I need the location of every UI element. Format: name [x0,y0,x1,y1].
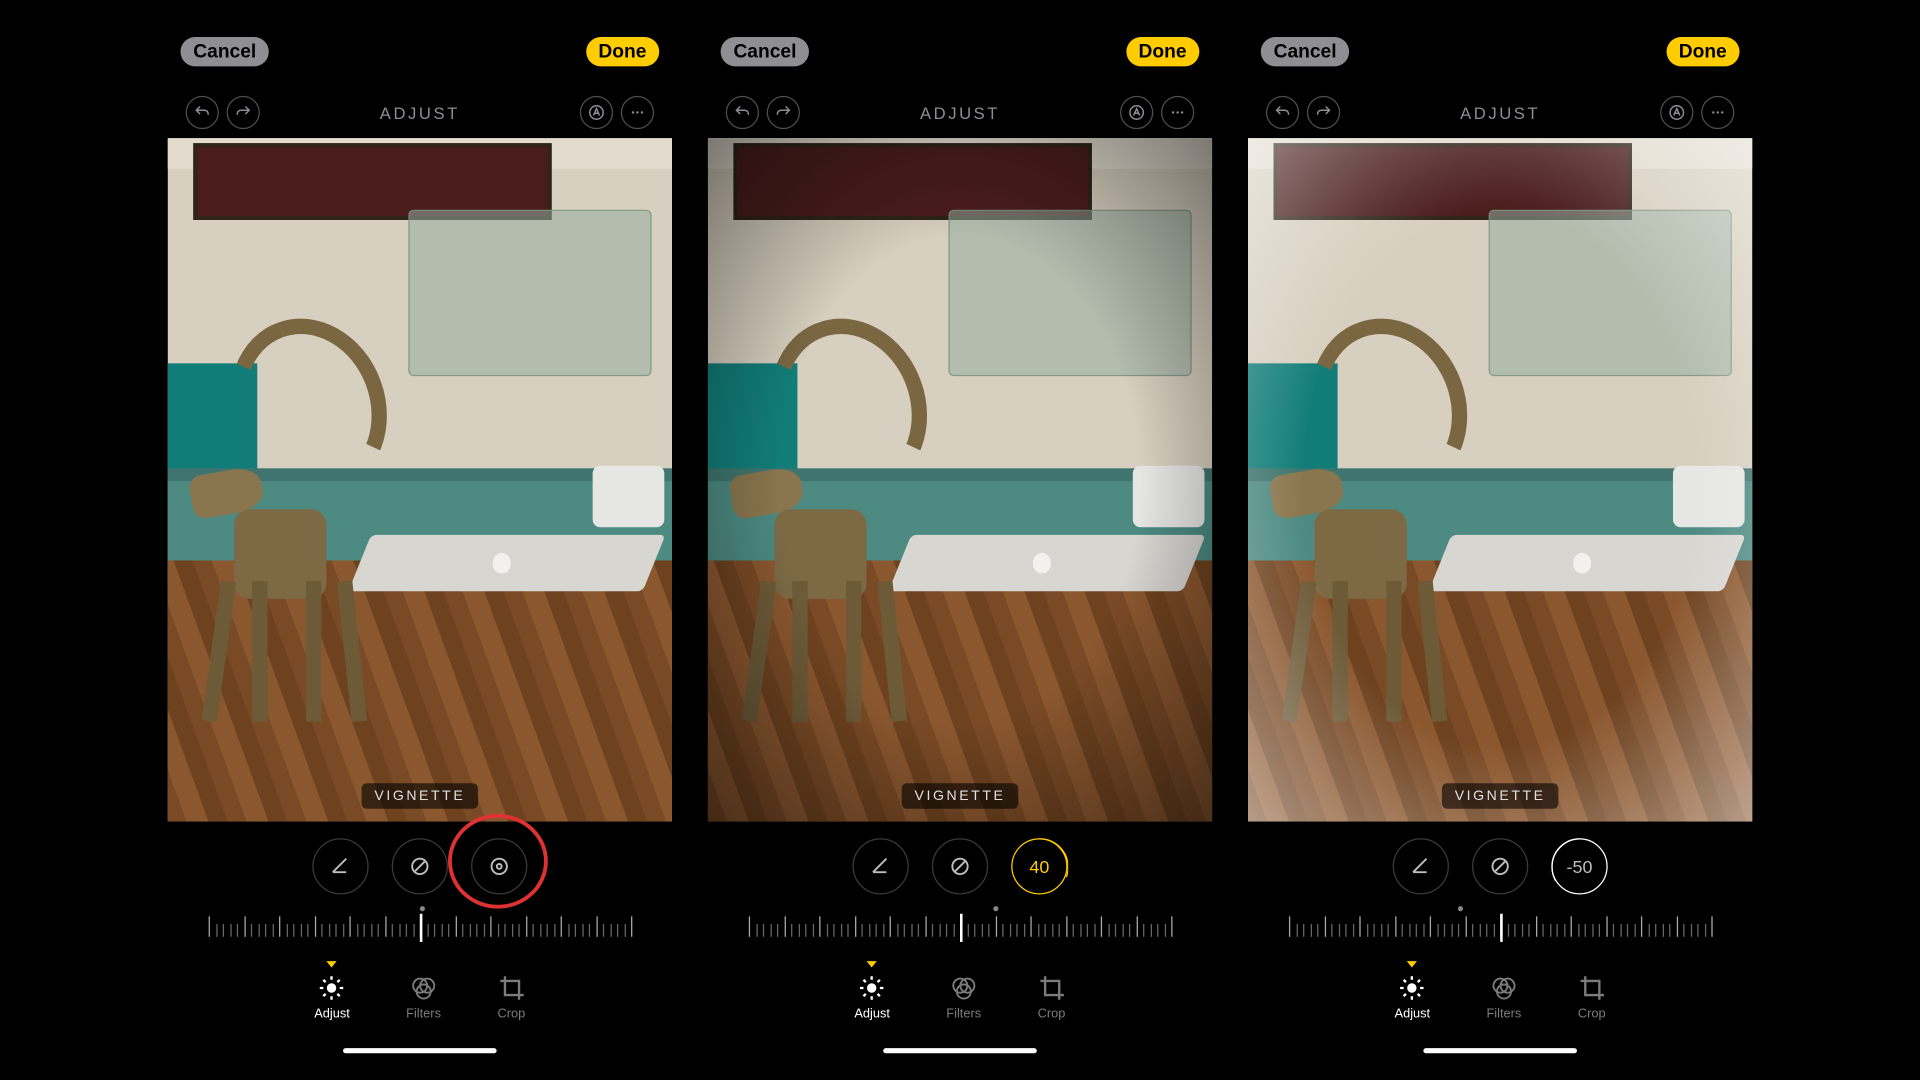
photo-preview[interactable]: VIGNETTE [1248,138,1752,822]
photo-preview[interactable]: VIGNETTE [168,138,672,822]
more-icon[interactable] [1701,96,1734,129]
adjust-tools-row: -50 [1248,822,1752,912]
done-button[interactable]: Done [586,36,660,65]
value-slider[interactable] [708,911,1212,957]
redo-icon[interactable] [1307,96,1340,129]
adjust-sharpness-button[interactable] [1393,838,1449,894]
undo-icon[interactable] [1266,96,1299,129]
undo-icon[interactable] [726,96,759,129]
parameter-label: VIGNETTE [362,783,479,809]
tab-filters-label: Filters [406,1007,441,1021]
home-indicator[interactable] [168,1037,672,1065]
top-bar: Cancel Done [708,15,1212,87]
editor-tabs: Adjust Filters Crop [708,957,1212,1036]
tab-adjust[interactable]: Adjust [1395,973,1431,1020]
adjust-vignette-button[interactable]: 40 [1011,838,1067,894]
editor-tabs: Adjust Filters Crop [1248,957,1752,1036]
tab-filters[interactable]: Filters [406,973,441,1020]
more-icon[interactable] [1161,96,1194,129]
mode-title: ADJUST [920,103,1000,122]
tab-adjust-label: Adjust [1395,1007,1431,1021]
adjust-noise-button[interactable] [1472,838,1528,894]
tab-adjust-label: Adjust [314,1007,350,1021]
adjust-sharpness-button[interactable] [852,838,908,894]
markup-icon[interactable] [580,96,613,129]
vignette-value: -50 [1567,856,1593,876]
tab-adjust[interactable]: Adjust [314,973,350,1020]
editor-screen-1: Cancel Done ADJUST VIGNETTE [708,15,1212,1065]
adjust-noise-button[interactable] [392,838,448,894]
secondary-toolbar: ADJUST [1248,87,1752,138]
value-slider[interactable] [168,911,672,957]
tab-crop[interactable]: Crop [1037,973,1065,1020]
tab-filters-label: Filters [946,1007,981,1021]
cancel-button[interactable]: Cancel [180,36,269,65]
editor-tabs: Adjust Filters Crop [168,957,672,1036]
tab-filters[interactable]: Filters [946,973,981,1020]
adjust-sharpness-button[interactable] [312,838,368,894]
tab-crop-label: Crop [498,1007,526,1021]
more-icon[interactable] [621,96,654,129]
value-slider[interactable] [1248,911,1752,957]
cancel-button[interactable]: Cancel [721,36,810,65]
markup-icon[interactable] [1120,96,1153,129]
secondary-toolbar: ADJUST [708,87,1212,138]
tab-crop[interactable]: Crop [1578,973,1606,1020]
home-indicator[interactable] [708,1037,1212,1065]
adjust-tools-row [168,822,672,912]
vignette-value: 40 [1029,856,1049,876]
done-button[interactable]: Done [1666,36,1740,65]
done-button[interactable]: Done [1126,36,1200,65]
editor-screen-0: Cancel Done ADJUST VIGNETTE [168,15,672,1065]
adjust-noise-button[interactable] [932,838,988,894]
cancel-button[interactable]: Cancel [1261,36,1350,65]
redo-icon[interactable] [767,96,800,129]
top-bar: Cancel Done [1248,15,1752,87]
photo-preview[interactable]: VIGNETTE [708,138,1212,822]
mode-title: ADJUST [1460,103,1540,122]
editor-screen-2: Cancel Done ADJUST VIGNETTE [1248,15,1752,1065]
tab-crop[interactable]: Crop [497,973,525,1020]
tab-adjust-label: Adjust [854,1007,890,1021]
parameter-label: VIGNETTE [902,783,1019,809]
redo-icon[interactable] [227,96,260,129]
adjust-tools-row: 40 [708,822,1212,912]
tab-filters[interactable]: Filters [1486,973,1521,1020]
adjust-vignette-button[interactable]: -50 [1551,838,1607,894]
mode-title: ADJUST [380,103,460,122]
tab-crop-label: Crop [1038,1007,1066,1021]
parameter-label: VIGNETTE [1442,783,1559,809]
secondary-toolbar: ADJUST [168,87,672,138]
top-bar: Cancel Done [168,15,672,87]
markup-icon[interactable] [1660,96,1693,129]
tab-filters-label: Filters [1486,1007,1521,1021]
tab-crop-label: Crop [1578,1007,1606,1021]
home-indicator[interactable] [1248,1037,1752,1065]
undo-icon[interactable] [186,96,219,129]
adjust-vignette-button[interactable] [471,838,527,894]
tab-adjust[interactable]: Adjust [854,973,890,1020]
